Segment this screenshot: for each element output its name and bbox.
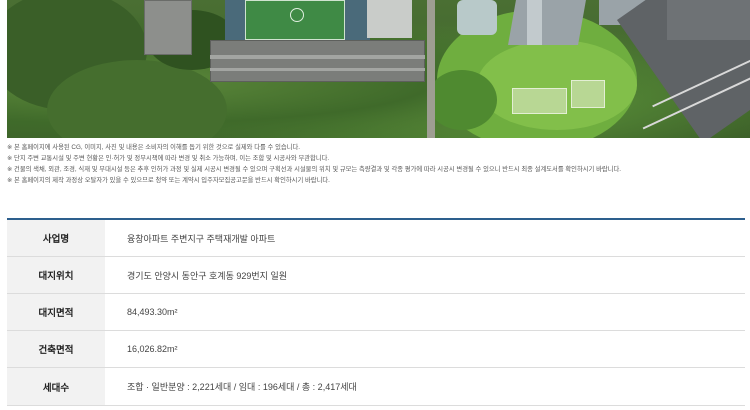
disclaimer-notes: ※ 본 홈페이지에 사용된 CG, 이미지, 사진 및 내용은 소비자의 이해를… — [7, 142, 747, 186]
row-label: 사업명 — [7, 220, 105, 256]
note-line: ※ 본 홈페이지에 사용된 CG, 이미지, 사진 및 내용은 소비자의 이해를… — [7, 144, 301, 151]
note-line: ※ 단지 주변 교통시설 및 주변 현황은 인·허가 및 정부시책에 따라 변경… — [7, 155, 330, 162]
table-row: 대지위치 경기도 안양시 동안구 호계동 929번지 일원 — [7, 257, 745, 294]
row-value: 16,026.82m² — [127, 344, 178, 354]
row-label: 건축면적 — [7, 331, 105, 367]
row-value: 조합 · 일반분양 : 2,221세대 / 임대 : 196세대 / 총 : 2… — [127, 382, 357, 392]
table-row: 사업명 융창아파트 주변지구 주택재개발 아파트 — [7, 220, 745, 257]
building-small — [144, 0, 192, 55]
note-line: ※ 본 홈페이지의 제작 과정상 오탈자가 있을 수 있으므로 청약 또는 계약… — [7, 177, 330, 184]
row-label: 대지면적 — [7, 294, 105, 330]
table-row: 건축면적 16,026.82m² — [7, 331, 745, 368]
school-building — [210, 40, 425, 82]
row-label: 대지위치 — [7, 257, 105, 293]
table-row: 세대수 조합 · 일반분양 : 2,221세대 / 임대 : 196세대 / 총… — [7, 368, 745, 406]
apartment-tower — [508, 0, 586, 45]
note-line: ※ 건물의 색채, 외관, 조경, 식재 및 부대시설 등은 추후 인허가 과정… — [7, 166, 622, 173]
aerial-site-photo — [7, 0, 750, 138]
row-value: 융창아파트 주변지구 주택재개발 아파트 — [127, 233, 276, 244]
row-value: 84,493.30m² — [127, 307, 178, 317]
table-row: 대지면적 84,493.30m² — [7, 294, 745, 331]
row-value: 경기도 안양시 동안구 호계동 929번지 일원 — [127, 270, 287, 281]
row-label: 세대수 — [7, 368, 105, 405]
project-info-table: 사업명 융창아파트 주변지구 주택재개발 아파트 대지위치 경기도 안양시 동안… — [7, 218, 745, 406]
